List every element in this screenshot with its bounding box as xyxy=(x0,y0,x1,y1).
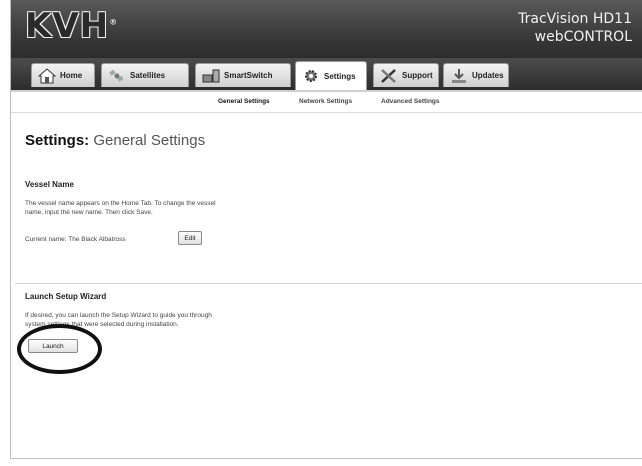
home-icon xyxy=(38,67,56,83)
highlight-circle xyxy=(17,324,102,374)
subnav-network-settings[interactable]: Network Settings xyxy=(299,98,352,105)
page-title: Settings: General Settings xyxy=(25,132,205,149)
tab-settings[interactable]: Settings xyxy=(295,61,367,90)
tab-satellites[interactable]: Satellites xyxy=(101,63,189,87)
tab-satellites-label: Satellites xyxy=(130,71,166,80)
tab-home-label: Home xyxy=(60,71,83,80)
edit-button[interactable]: Edit xyxy=(178,231,202,245)
current-vessel-name: Current name: The Black Albatross xyxy=(25,236,126,243)
vessel-desc-line1: The vessel name appears on the Home Tab.… xyxy=(25,200,216,207)
page-title-bold: Settings: xyxy=(25,132,90,149)
satellite-icon xyxy=(109,69,124,82)
tab-updates[interactable]: Updates xyxy=(443,63,509,87)
product-name-line2: webCONTROL xyxy=(534,29,632,45)
smartswitch-icon xyxy=(202,69,220,82)
kvh-logo: KVH® xyxy=(25,6,119,46)
download-icon xyxy=(452,68,466,83)
subnav-general-settings[interactable]: General Settings xyxy=(218,98,270,105)
tab-smartswitch-label: SmartSwitch xyxy=(224,71,273,80)
tools-icon xyxy=(381,68,396,83)
tab-support-label: Support xyxy=(402,71,433,80)
main-tabs: Home Satellites SmartSwitch Settings Sup… xyxy=(11,58,642,92)
vessel-name-description: The vessel name appears on the Home Tab.… xyxy=(25,199,285,217)
header-bar: KVH® TracVision HD11 webCONTROL xyxy=(11,0,642,58)
settings-subnav: General Settings Network Settings Advanc… xyxy=(11,92,642,113)
vessel-desc-line2: name, input the new name. Then click Sav… xyxy=(25,209,153,216)
section-divider xyxy=(15,283,642,284)
tab-support[interactable]: Support xyxy=(373,63,439,87)
tab-home[interactable]: Home xyxy=(31,63,95,87)
gear-icon xyxy=(305,70,317,82)
product-name-line1: TracVision HD11 xyxy=(518,11,632,27)
tab-smartswitch[interactable]: SmartSwitch xyxy=(195,63,291,87)
wizard-desc-line1: If desired, you can launch the Setup Wiz… xyxy=(25,312,212,319)
subnav-advanced-settings[interactable]: Advanced Settings xyxy=(381,98,440,105)
setup-wizard-heading: Launch Setup Wizard xyxy=(25,292,107,301)
vessel-name-heading: Vessel Name xyxy=(25,180,74,189)
page-title-rest: General Settings xyxy=(93,132,206,149)
product-name: TracVision HD11 webCONTROL xyxy=(518,10,632,46)
tab-updates-label: Updates xyxy=(472,71,504,80)
webcontrol-window: KVH® TracVision HD11 webCONTROL Home Sat… xyxy=(10,0,642,459)
tab-settings-label: Settings xyxy=(324,71,356,81)
